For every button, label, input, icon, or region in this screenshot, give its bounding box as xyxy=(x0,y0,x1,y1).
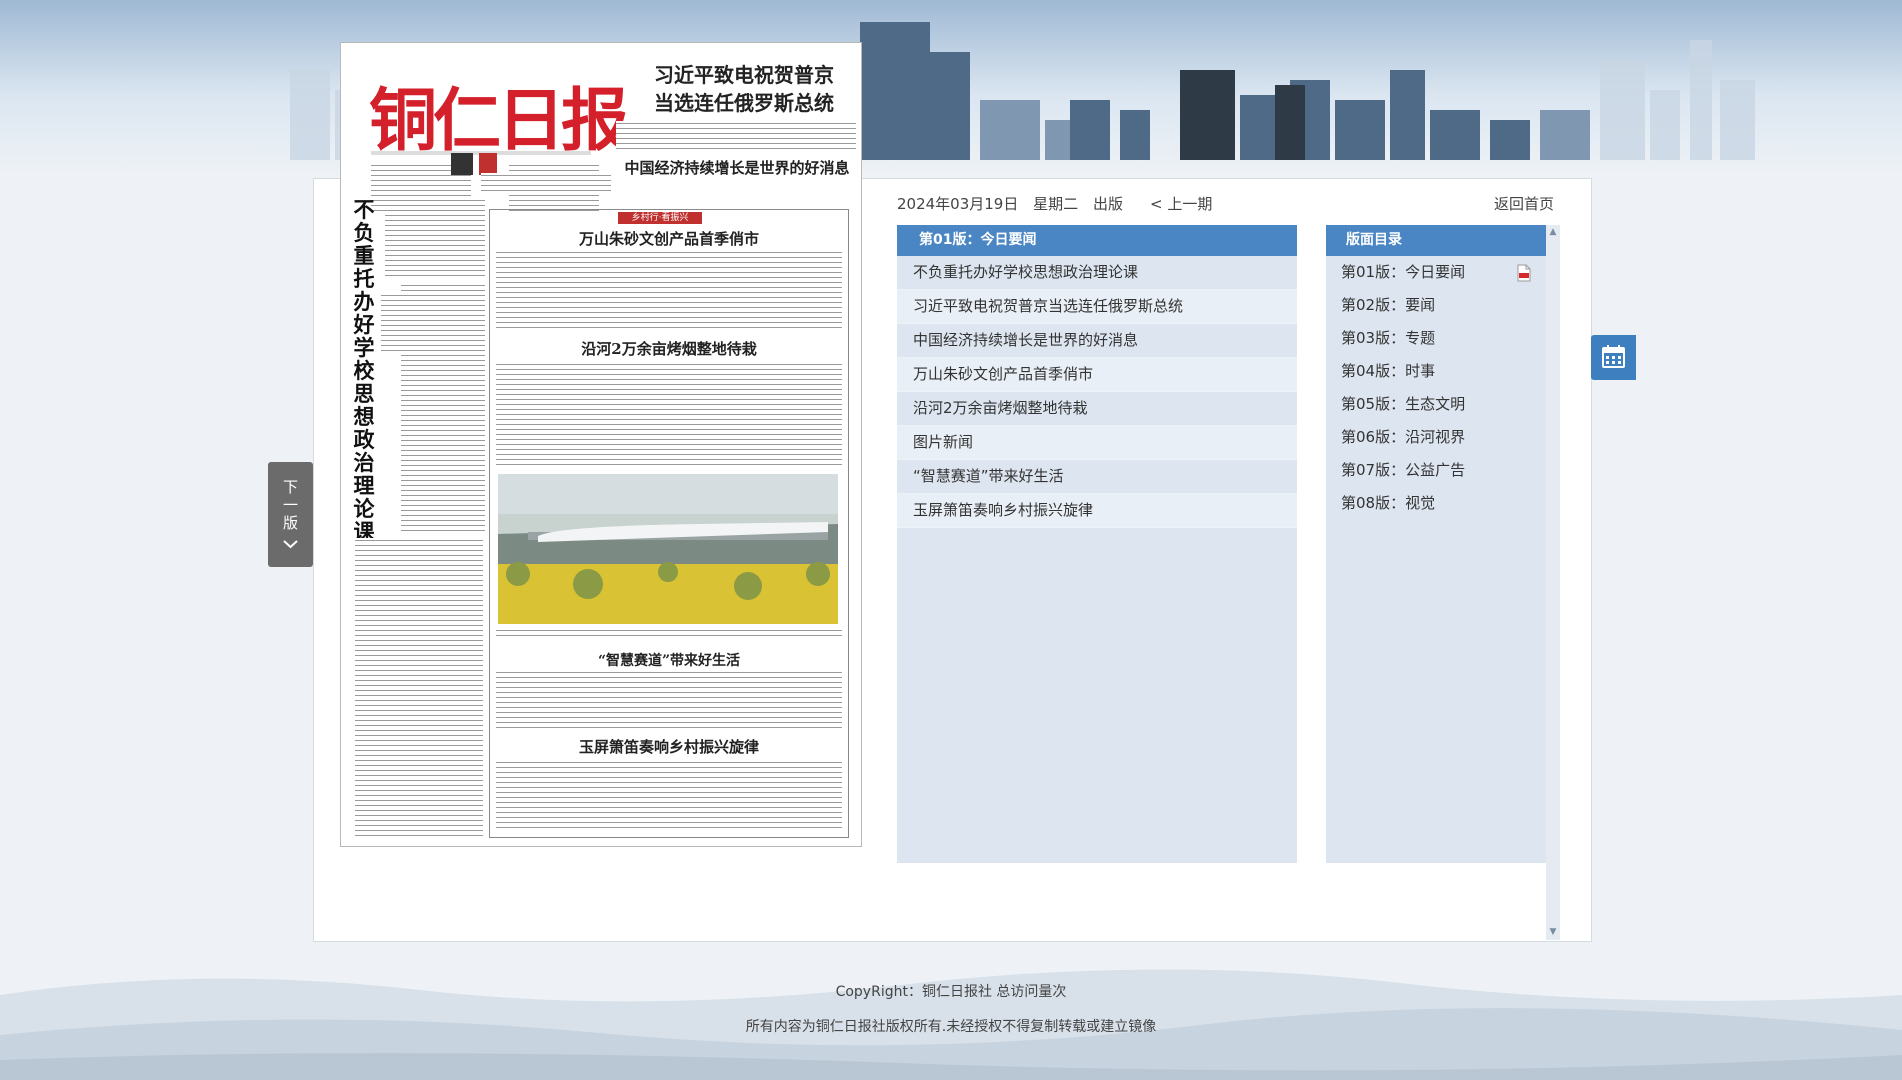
column-tag: 乡村行·看振兴 xyxy=(618,212,702,224)
page-item[interactable]: 第04版：时事 xyxy=(1326,355,1546,388)
published-text: 出版 xyxy=(1092,195,1123,213)
scrollbar[interactable]: ▲ ▼ xyxy=(1546,225,1560,940)
page-directory-header: 版面目录 xyxy=(1326,225,1546,256)
page-item-label: 第02版：要闻 xyxy=(1341,296,1436,314)
news-photo xyxy=(498,474,838,624)
vertical-headline: 不负重托办好学校思想政治理论课 xyxy=(353,197,375,544)
issue-badge xyxy=(479,153,497,175)
scroll-up-icon[interactable]: ▲ xyxy=(1548,227,1558,237)
home-link[interactable]: 返回首页 xyxy=(1494,193,1554,214)
page-item[interactable]: 第03版：专题 xyxy=(1326,322,1546,355)
article-item[interactable]: 图片新闻 xyxy=(897,426,1297,460)
page-item[interactable]: 第06版：沿河视界 xyxy=(1326,421,1546,454)
next-page-label: 版 xyxy=(282,514,298,532)
prev-issue-link[interactable]: < 上一期 xyxy=(1150,193,1212,214)
article-item[interactable]: 玉屏箫笛奏响乡村振兴旋律 xyxy=(897,494,1297,528)
page-item-label: 第03版：专题 xyxy=(1341,329,1436,347)
second-headline: 中国经济持续增长是世界的好消息 xyxy=(624,159,850,177)
article-item[interactable]: 沿河2万余亩烤烟整地待栽 xyxy=(897,392,1297,426)
weekday-text: 星期二 xyxy=(1033,195,1079,213)
chevron-down-icon xyxy=(283,540,298,549)
story-headline-4: 玉屏箫笛奏响乡村振兴旋律 xyxy=(578,738,759,756)
footer-notice: 所有内容为铜仁日报社版权所有.未经授权不得复制转载或建立镜像 xyxy=(745,1019,1157,1035)
qr-code xyxy=(451,153,473,175)
pdf-icon[interactable] xyxy=(1516,264,1532,282)
page-item[interactable]: 第05版：生态文明 xyxy=(1326,388,1546,421)
article-item[interactable]: 万山朱砂文创产品首季俏市 xyxy=(897,358,1297,392)
article-list-header: 第01版：今日要闻 xyxy=(897,225,1297,256)
article-item[interactable]: 不负重托办好学校思想政治理论课 xyxy=(897,256,1297,290)
issue-date: 2024年03月19日 星期二 出版 xyxy=(897,193,1123,214)
date-text: 2024年03月19日 xyxy=(897,195,1019,213)
article-item[interactable]: 习近平致电祝贺普京当选连任俄罗斯总统 xyxy=(897,290,1297,324)
calendar-icon xyxy=(1602,345,1625,368)
page-item-label: 第07版：公益广告 xyxy=(1341,461,1466,479)
article-list: 第01版：今日要闻 不负重托办好学校思想政治理论课 习近平致电祝贺普京当选连任俄… xyxy=(897,225,1297,863)
page-item-label: 第01版：今日要闻 xyxy=(1341,263,1466,281)
page-item[interactable]: 第01版：今日要闻 xyxy=(1326,256,1546,289)
lead-headline: 习近平致电祝贺普京 当选连任俄罗斯总统 xyxy=(654,63,834,115)
page-item-label: 第06版：沿河视界 xyxy=(1341,428,1466,446)
calendar-button[interactable] xyxy=(1591,335,1636,380)
page-item[interactable]: 第08版：视觉 xyxy=(1326,487,1546,520)
scroll-down-icon[interactable]: ▼ xyxy=(1548,927,1558,937)
article-item[interactable]: “智慧赛道”带来好生活 xyxy=(897,460,1297,494)
page-directory: 版面目录 第01版：今日要闻 第02版：要闻 第03版：专题 第04版：时事 第… xyxy=(1326,225,1546,863)
page-item-label: 第04版：时事 xyxy=(1341,362,1436,380)
story-headline-1: 万山朱砂文创产品首季俏市 xyxy=(578,230,759,248)
page-item-label: 第08版：视觉 xyxy=(1341,494,1436,512)
story-headline-2: 沿河2万余亩烤烟整地待栽 xyxy=(581,340,757,358)
footer-copyright: CopyRight：铜仁日报社 总访问量次 xyxy=(835,984,1067,1000)
article-item[interactable]: 中国经济持续增长是世界的好消息 xyxy=(897,324,1297,358)
skyline-banner xyxy=(0,0,1902,175)
next-page-button[interactable]: 下 一 版 xyxy=(268,462,313,567)
masthead: 铜仁日报 xyxy=(369,81,629,161)
newspaper-page-image[interactable]: 铜仁日报 习近平致电祝贺普京 当选连任俄罗斯总统 中国经济持续增长是世界的好消息… xyxy=(340,42,862,847)
page-item[interactable]: 第02版：要闻 xyxy=(1326,289,1546,322)
story-headline-3: “智慧赛道”带来好生活 xyxy=(597,653,741,669)
page-item-label: 第05版：生态文明 xyxy=(1341,395,1466,413)
page-item[interactable]: 第07版：公益广告 xyxy=(1326,454,1546,487)
feature-column: 乡村行·看振兴 万山朱砂文创产品首季俏市 沿河2万余亩烤烟整地待栽 “智慧赛道”… xyxy=(489,209,849,838)
